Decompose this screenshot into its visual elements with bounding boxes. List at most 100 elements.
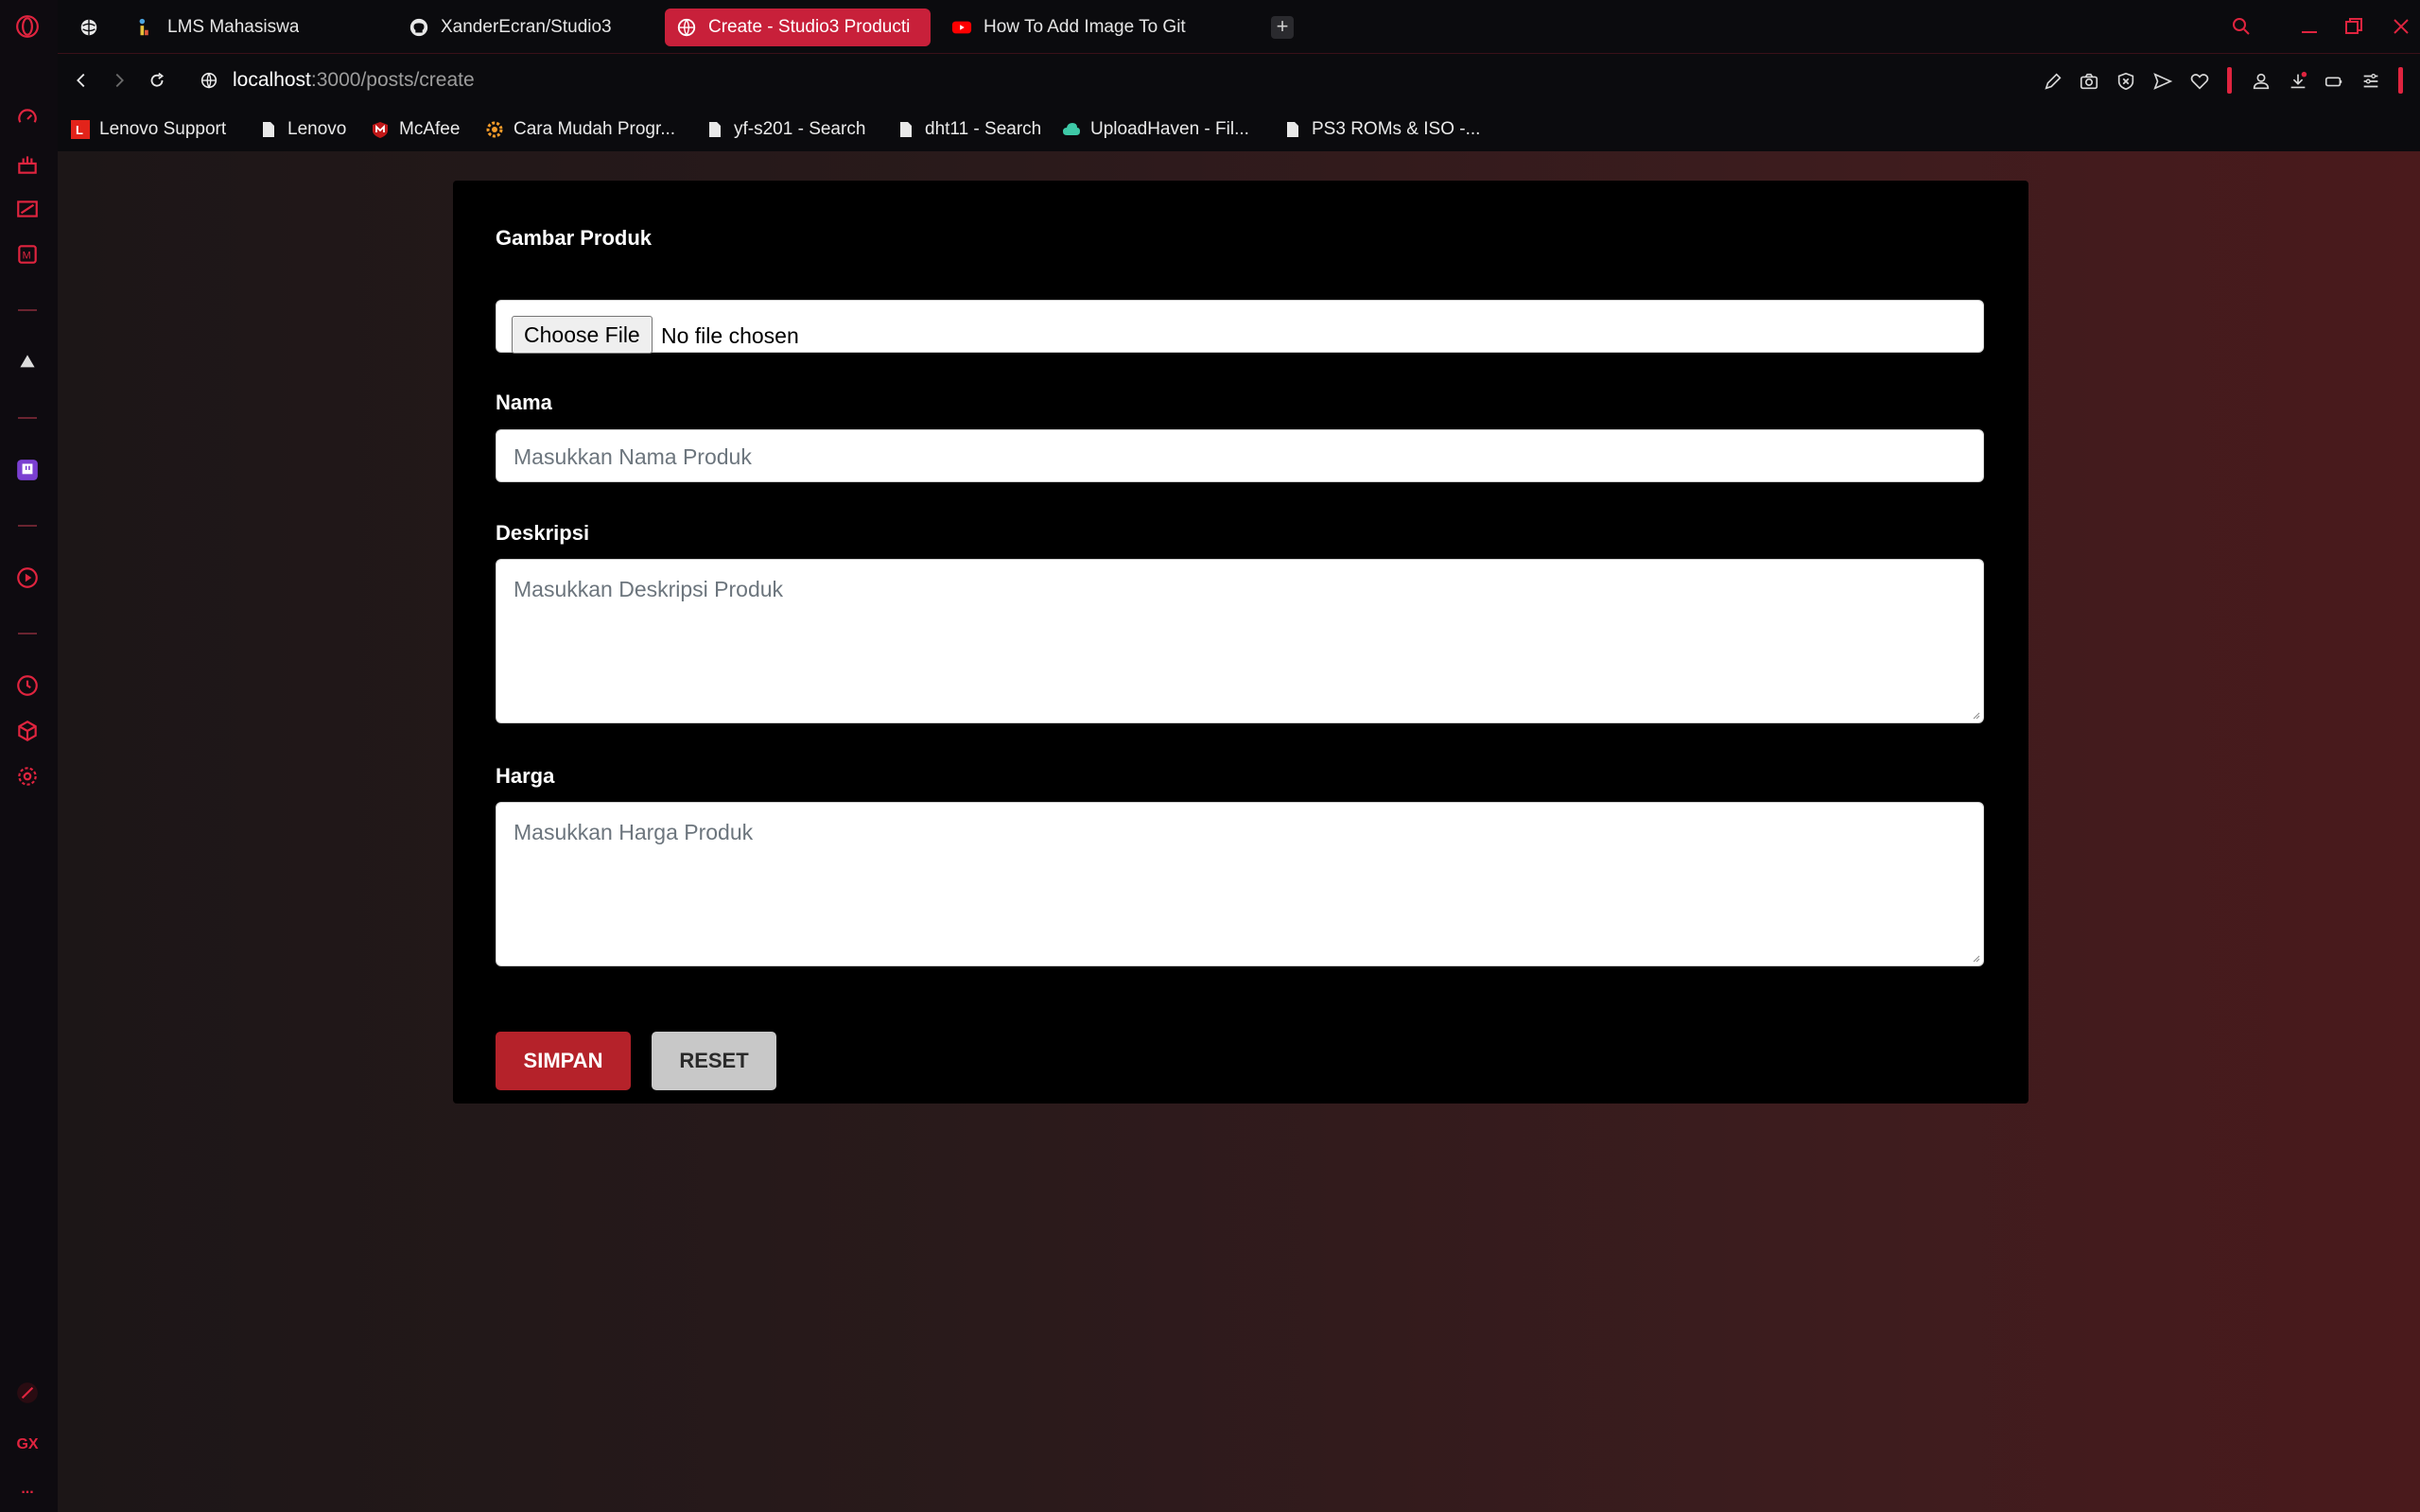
browser-sidebar: M GX ... — [0, 0, 59, 1512]
address-field[interactable]: localhost:3000/posts/create — [233, 69, 475, 92]
downloads-icon[interactable] — [2285, 68, 2311, 95]
speed-dial-icon[interactable] — [11, 103, 44, 135]
toolbar-accent-bar — [2398, 67, 2403, 94]
page-icon — [259, 120, 278, 139]
gear-icon — [485, 120, 504, 139]
edit-page-icon[interactable] — [2040, 68, 2066, 95]
tab-label: XanderEcran/Studio3 — [441, 17, 612, 37]
page-viewport: Gambar Produk Choose File No file chosen… — [58, 151, 2420, 1512]
bookmark-dht11[interactable]: dht11 - Search — [897, 115, 1041, 144]
gx-corner-label[interactable]: GX — [11, 1429, 44, 1461]
cloud-icon — [1062, 120, 1081, 139]
url-path: :3000/posts/create — [310, 69, 475, 91]
adblocker-icon[interactable] — [2113, 68, 2139, 95]
tab-pinned[interactable] — [67, 9, 109, 46]
tab-create-studio3[interactable]: Create - Studio3 Producti — [665, 9, 931, 46]
description-textarea[interactable]: Masukkan Deskripsi Produk — [496, 559, 1984, 723]
mcafee-icon — [371, 120, 390, 139]
page-icon — [897, 120, 915, 139]
lenovo-icon: L — [71, 120, 90, 139]
sidebar-divider — [18, 525, 37, 527]
sidebar-divider — [18, 417, 37, 419]
site-info-globe-icon[interactable] — [195, 66, 223, 95]
toolbar-accent-bar — [2227, 67, 2232, 94]
tab-label: How To Add Image To Git — [984, 17, 1186, 37]
tab-bar: LMS Mahasiswa XanderEcran/Studio3 Create… — [58, 0, 2420, 53]
tab-youtube-video[interactable]: How To Add Image To Git — [940, 9, 1252, 46]
sidebar-divider — [18, 633, 37, 634]
bookmark-label: Cara Mudah Progr... — [514, 119, 676, 139]
opera-logo-icon[interactable] — [11, 10, 44, 43]
save-button[interactable]: SIMPAN — [496, 1032, 631, 1090]
restore-icon[interactable] — [2337, 9, 2371, 43]
bookmark-lenovo[interactable]: Lenovo — [259, 115, 346, 144]
bookmark-ps3-roms[interactable]: PS3 ROMs & ISO -... — [1283, 115, 1480, 144]
bookmark-yf-s201[interactable]: yf-s201 - Search — [705, 115, 865, 144]
bookmark-label: yf-s201 - Search — [734, 119, 866, 139]
back-icon[interactable] — [67, 66, 96, 95]
close-window-icon[interactable] — [2384, 9, 2418, 43]
price-placeholder: Masukkan Harga Produk — [514, 820, 754, 844]
description-label: Deskripsi — [496, 521, 590, 545]
bookmark-label: PS3 ROMs & ISO -... — [1312, 119, 1481, 139]
lms-icon — [135, 17, 156, 38]
search-tabs-icon[interactable] — [2224, 9, 2258, 43]
tab-label: Create - Studio3 Producti — [708, 17, 911, 37]
reset-button[interactable]: RESET — [652, 1032, 776, 1090]
page-icon — [705, 120, 724, 139]
gx-control-icon[interactable] — [11, 1377, 44, 1409]
player-icon[interactable] — [11, 562, 44, 594]
price-textarea[interactable]: Masukkan Harga Produk — [496, 802, 1984, 966]
forward-icon[interactable] — [105, 66, 133, 95]
easy-setup-menu-icon[interactable] — [2358, 68, 2384, 95]
youtube-icon — [951, 17, 972, 38]
tab-github-studio3[interactable]: XanderEcran/Studio3 — [397, 9, 681, 46]
resize-grip-icon[interactable] — [1971, 710, 1980, 720]
name-label: Nama — [496, 391, 552, 414]
battery-saver-icon[interactable] — [2321, 68, 2347, 95]
messenger-icon[interactable]: M — [11, 238, 44, 270]
github-icon — [409, 17, 429, 38]
price-label: Harga — [496, 764, 555, 788]
snapshot-camera-icon[interactable] — [2076, 68, 2102, 95]
globe-icon — [676, 17, 697, 38]
url-host: localhost — [233, 69, 311, 91]
bookmark-lenovo-support[interactable]: L Lenovo Support — [71, 115, 226, 144]
new-tab-button[interactable]: + — [1271, 16, 1294, 39]
profile-icon[interactable] — [2248, 68, 2274, 95]
create-product-card: Gambar Produk Choose File No file chosen… — [453, 181, 2028, 1104]
twitch-feed-icon[interactable] — [11, 193, 44, 225]
sidebar-more-icon[interactable]: ... — [11, 1473, 44, 1505]
minimize-icon[interactable] — [2292, 9, 2326, 43]
bookmark-uploadhaven[interactable]: UploadHaven - Fil... — [1062, 115, 1249, 144]
artstation-icon[interactable] — [11, 346, 44, 378]
gaming-icon[interactable] — [11, 148, 44, 181]
name-input[interactable]: Masukkan Nama Produk — [496, 429, 1984, 482]
bookmark-label: McAfee — [399, 119, 461, 139]
settings-gear-icon[interactable] — [11, 760, 44, 792]
globe-icon — [78, 17, 99, 38]
send-icon[interactable] — [2150, 68, 2176, 95]
tab-lms-mahasiswa[interactable]: LMS Mahasiswa — [124, 9, 408, 46]
extensions-cube-icon[interactable] — [11, 715, 44, 747]
bookmark-label: Lenovo — [287, 119, 347, 139]
description-placeholder: Masukkan Deskripsi Produk — [514, 577, 784, 601]
resize-grip-icon[interactable] — [1971, 953, 1980, 963]
bookmark-mcafee[interactable]: McAfee — [371, 115, 460, 144]
sidebar-divider — [18, 309, 37, 311]
page-icon — [1283, 120, 1302, 139]
name-placeholder: Masukkan Nama Produk — [514, 444, 752, 469]
history-icon[interactable] — [11, 669, 44, 702]
image-label: Gambar Produk — [496, 226, 653, 250]
bookmark-heart-icon[interactable] — [2186, 68, 2213, 95]
tab-label: LMS Mahasiswa — [167, 17, 300, 37]
file-status-text: No file chosen — [661, 323, 799, 348]
reload-icon[interactable] — [143, 66, 171, 95]
bookmark-label: UploadHaven - Fil... — [1090, 119, 1249, 139]
twitch-icon[interactable] — [11, 454, 44, 486]
choose-file-button[interactable]: Choose File — [512, 316, 653, 354]
svg-text:L: L — [76, 123, 83, 137]
svg-text:M: M — [23, 250, 31, 261]
bookmark-cara-mudah[interactable]: Cara Mudah Progr... — [485, 115, 675, 144]
image-file-input[interactable]: Choose File No file chosen — [496, 300, 1984, 354]
